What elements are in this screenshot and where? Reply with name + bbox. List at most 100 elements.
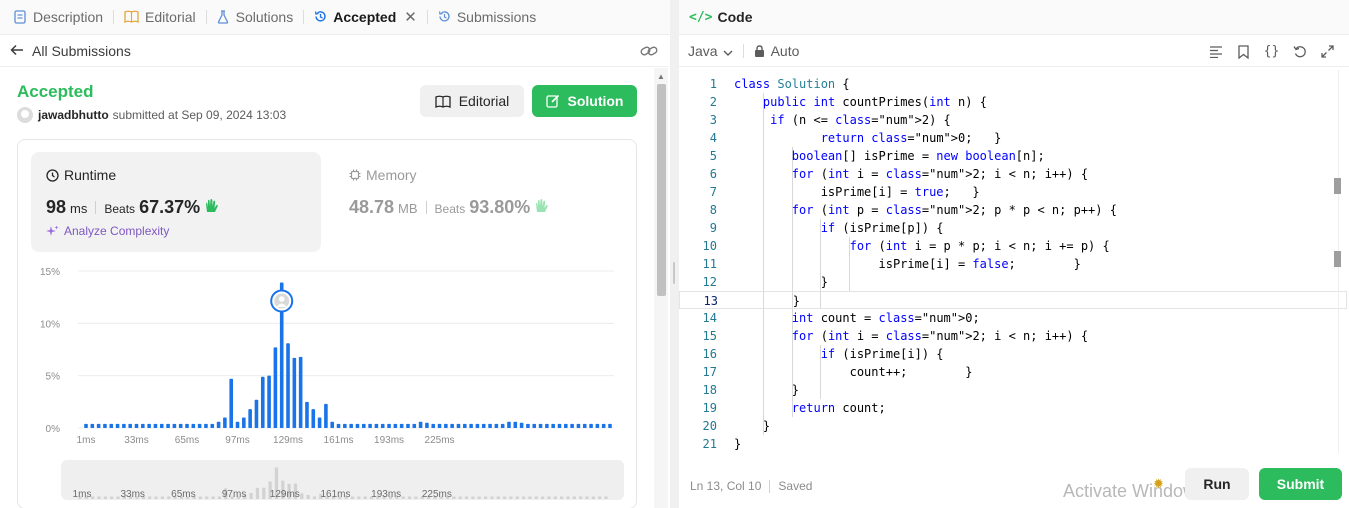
code-text[interactable]: if (isPrime[p]) { [734, 219, 944, 237]
chart-bar[interactable] [311, 409, 316, 428]
chart-bar[interactable] [109, 423, 114, 428]
code-line[interactable]: 18 } [679, 381, 1347, 399]
chart-bar[interactable] [166, 423, 170, 428]
code-line[interactable]: 2 public int countPrimes(int n) { [679, 93, 1347, 111]
chart-bar[interactable] [286, 343, 290, 428]
mode-label[interactable]: Auto [771, 43, 800, 59]
pane-resizer[interactable] [670, 0, 679, 508]
code-text[interactable]: if (isPrime[i]) { [734, 345, 944, 363]
chart-bar[interactable] [134, 423, 139, 428]
code-line[interactable]: 5 boolean[] isPrime = new boolean[n]; [679, 147, 1347, 165]
chart-bar[interactable] [210, 423, 215, 428]
chart-bar[interactable] [481, 423, 486, 428]
chart-bar[interactable] [84, 423, 88, 428]
chart-bar[interactable] [317, 417, 322, 428]
solution-button[interactable]: Solution [532, 85, 637, 117]
chart-bar[interactable] [185, 423, 189, 428]
chart-bar[interactable] [260, 376, 265, 428]
chart-bar[interactable] [153, 423, 158, 428]
chart-bar[interactable] [172, 423, 177, 428]
code-line[interactable]: 3 if (n <= class="num">2) { [679, 111, 1347, 129]
code-text[interactable]: } [734, 417, 770, 435]
chart-bar[interactable] [494, 423, 499, 428]
code-text[interactable]: for (int p = class="num">2; p * p < n; p… [734, 201, 1117, 219]
chart-bar[interactable] [178, 423, 183, 428]
chart-bar[interactable] [551, 423, 555, 428]
chart-bar[interactable] [557, 423, 562, 428]
avatar[interactable] [17, 107, 33, 123]
chart-bar[interactable] [374, 423, 379, 428]
all-submissions-link[interactable]: All Submissions [32, 43, 131, 59]
chart-bar[interactable] [292, 357, 297, 428]
chart-bar[interactable] [406, 423, 410, 428]
submitter-username[interactable]: jawadbhutto [38, 108, 109, 122]
chart-bar[interactable] [355, 423, 360, 428]
chart-bar[interactable] [412, 423, 417, 428]
chart-bar[interactable] [380, 423, 385, 428]
code-line[interactable]: 11 isPrime[i] = false; } [679, 255, 1347, 273]
code-text[interactable]: for (int i = p * p; i < n; i += p) { [734, 237, 1110, 255]
chart-bar[interactable] [191, 423, 196, 428]
chart-bar[interactable] [608, 423, 612, 428]
chart-bar[interactable] [273, 347, 278, 428]
chart-bar[interactable] [216, 421, 221, 428]
code-text[interactable]: return count; [734, 399, 886, 417]
code-line[interactable]: 4 return class="num">0; } [679, 129, 1347, 147]
code-line[interactable]: 1 class Solution { [679, 75, 1347, 93]
expand-icon[interactable] [1320, 44, 1335, 59]
chart-bar[interactable] [564, 423, 568, 428]
chart-bar[interactable] [242, 417, 246, 428]
chart-bar[interactable] [488, 423, 492, 428]
back-arrow-icon[interactable] [10, 44, 24, 59]
chart-bar[interactable] [147, 423, 151, 428]
link-icon[interactable] [640, 43, 658, 62]
chart-bar[interactable] [589, 423, 593, 428]
tab-description[interactable]: Description [14, 0, 113, 35]
code-line[interactable]: 21} [679, 435, 1347, 453]
chart-bar[interactable] [197, 423, 202, 428]
chart-bar[interactable] [576, 423, 581, 428]
chart-bar[interactable] [128, 423, 132, 428]
chart-bar[interactable] [532, 423, 537, 428]
chart-bar[interactable] [437, 423, 442, 428]
code-line[interactable]: 19 return count; [679, 399, 1347, 417]
chart-bar[interactable] [90, 423, 95, 428]
chart-bar[interactable] [324, 403, 328, 428]
chart-bar[interactable] [601, 423, 606, 428]
tab-accepted[interactable]: Accepted ✕ [314, 0, 427, 35]
chart-bar[interactable] [507, 421, 511, 428]
code-text[interactable]: for (int i = class="num">2; i < n; i++) … [734, 165, 1088, 183]
chart-bar[interactable] [267, 375, 271, 428]
chart-bar[interactable] [456, 423, 461, 428]
reset-icon[interactable] [1292, 44, 1307, 59]
code-line[interactable]: 6 for (int i = class="num">2; i < n; i++… [679, 165, 1347, 183]
memory-stat[interactable]: Memory 48.78 MB Beats 93.80% [335, 152, 625, 252]
code-text[interactable]: } [734, 273, 828, 291]
chart-bar[interactable] [204, 423, 208, 428]
chart-bar[interactable] [141, 423, 145, 428]
chart-bar[interactable] [545, 423, 549, 428]
chart-bar[interactable] [513, 421, 518, 428]
language-select[interactable]: Java [688, 43, 733, 59]
chart-bar[interactable] [418, 421, 423, 428]
bookmark-icon[interactable] [1236, 44, 1251, 59]
chart-bar[interactable] [582, 423, 587, 428]
chart-bar[interactable] [96, 423, 101, 428]
runtime-distribution-chart[interactable]: 15% 10% 5% 0% 1ms 33ms 65ms 97ms 129ms 161ms 193ms… [30, 258, 630, 453]
chart-bar[interactable] [595, 423, 600, 428]
chart-bar[interactable] [330, 421, 335, 428]
chart-bar[interactable] [229, 378, 234, 428]
code-line[interactable]: 15 for (int i = class="num">2; i < n; i+… [679, 327, 1347, 345]
chart-bar[interactable] [526, 423, 530, 428]
submit-button[interactable]: Submit [1259, 468, 1342, 500]
code-text[interactable]: class Solution { [734, 75, 850, 93]
chart-bar[interactable] [462, 423, 467, 428]
chart-bar[interactable] [368, 423, 372, 428]
code-text[interactable]: isPrime[i] = false; } [734, 255, 1080, 273]
chart-bar[interactable] [431, 423, 436, 428]
scrollbar-thumb[interactable] [657, 84, 666, 296]
chart-bar[interactable] [248, 409, 252, 428]
chart-bar[interactable] [425, 422, 429, 428]
chart-bar[interactable] [387, 423, 391, 428]
code-line[interactable]: 10 for (int i = p * p; i < n; i += p) { [679, 237, 1347, 255]
